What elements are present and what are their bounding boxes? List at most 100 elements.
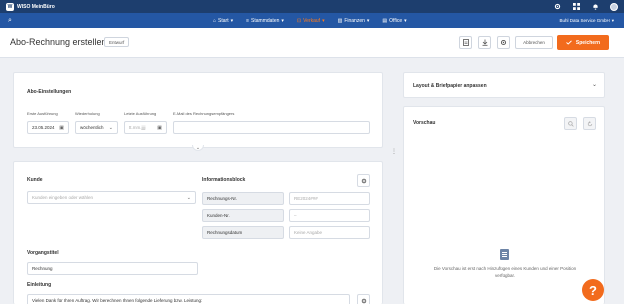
nav-item-start[interactable]: ⌂ Start ▾ <box>213 18 233 24</box>
save-label: Speichern <box>575 39 601 46</box>
calendar-icon: ▣ <box>157 124 162 131</box>
last-execution-label: Letzte Ausführung <box>124 111 157 116</box>
layout-panel[interactable]: Layout & Briefpapier anpassen ⌄ <box>403 72 605 98</box>
last-execution-value: tt.mm.jjjj <box>129 125 146 130</box>
email-field[interactable] <box>173 121 370 134</box>
chevron-down-icon: ⌄ <box>186 194 191 201</box>
avatar[interactable] <box>610 2 618 11</box>
zoom-icon <box>567 120 574 127</box>
bell-icon[interactable] <box>591 3 599 11</box>
chevron-down-icon: ▾ <box>322 17 325 24</box>
section-title: Layout & Briefpapier anpassen <box>413 83 487 89</box>
last-execution-field[interactable]: tt.mm.jjjj ▣ <box>124 121 167 134</box>
settings-icon <box>361 298 366 303</box>
grid-icon[interactable] <box>572 3 580 11</box>
cart-icon: ⊡ <box>296 17 302 24</box>
title-field[interactable]: Rechnung <box>27 262 198 275</box>
settings-icon <box>500 39 507 46</box>
zoom-button[interactable] <box>564 117 577 130</box>
intro-settings-button[interactable] <box>357 294 370 304</box>
panel-resize-handle[interactable]: ⋮ <box>391 146 397 156</box>
title-bar: W WISO MeinBüro <box>0 0 624 13</box>
status-badge: Entwurf <box>104 37 130 47</box>
section-title: Informationsblock <box>202 177 246 183</box>
nav-item-stammdaten[interactable]: ≡ Stammdaten ▾ <box>246 18 284 24</box>
company-selector[interactable]: Buhl Data Service GmbH ▾ <box>559 13 614 28</box>
abo-settings-card: Abo-Einstellungen Erste Ausführung 23.05… <box>13 72 383 148</box>
chevron-down-icon: ⌄ <box>108 124 113 131</box>
settings-icon <box>361 178 366 183</box>
home-icon: ⌂ <box>213 17 217 24</box>
bank-icon: ▥ <box>337 17 343 24</box>
section-title: Vorgangstitel <box>27 250 59 256</box>
customer-placeholder: Kunden eingeben oder wählen <box>32 195 94 200</box>
intro-value: Vielen Dank für Ihren Auftrag. Wir berec… <box>32 298 203 303</box>
save-button[interactable]: Speichern <box>557 35 609 50</box>
repeat-value: wöchentlich <box>80 125 104 130</box>
document-icon <box>500 249 509 260</box>
customer-number-field[interactable]: – <box>289 209 370 222</box>
nav-item-verkauf[interactable]: ⊡ Verkauf ▾ <box>297 18 325 24</box>
document-button[interactable] <box>459 36 472 49</box>
email-label: E-Mail des Rechnungsempfängers <box>173 111 235 116</box>
info-settings-button[interactable] <box>357 174 370 187</box>
section-title: Abo-Einstellungen <box>27 89 72 95</box>
calendar-icon: ▣ <box>59 124 64 131</box>
nav-item-label: Finanzen <box>344 17 365 24</box>
title-value: Rechnung <box>32 266 53 271</box>
help-button[interactable]: ? <box>582 279 604 301</box>
nav-item-label: Start <box>218 17 229 24</box>
first-execution-label: Erste Ausführung <box>27 111 58 116</box>
collapse-toggle[interactable]: ⌄ <box>192 145 204 151</box>
info-label-cell: Rechnungsdatum <box>202 226 284 239</box>
chevron-down-icon: ▾ <box>404 17 407 24</box>
info-label-cell: Rechnungs-Nr. <box>202 192 284 205</box>
database-icon: ≡ <box>246 17 250 24</box>
repeat-label: Wiederholung <box>75 111 100 116</box>
first-execution-value: 23.05.2024 <box>32 125 55 130</box>
app-title: WISO MeinBüro <box>17 3 55 10</box>
customer-select[interactable]: Kunden eingeben oder wählen ⌄ <box>27 191 196 204</box>
repeat-select[interactable]: wöchentlich ⌄ <box>75 121 118 134</box>
gear-icon[interactable] <box>553 3 561 11</box>
section-title: Vorschau <box>413 120 436 126</box>
invoice-date-field[interactable]: Keine Angabe <box>289 226 370 239</box>
chevron-down-icon: ▾ <box>366 17 370 24</box>
refresh-icon <box>587 120 592 126</box>
nav-item-label: Office <box>389 17 403 24</box>
settings-button[interactable] <box>497 36 510 49</box>
section-title: Einleitung <box>27 282 52 288</box>
office-icon: ▤ <box>382 17 388 24</box>
chevron-down-icon: ⌄ <box>195 144 201 151</box>
chevron-down-icon: ▾ <box>281 17 284 24</box>
section-title: Kunde <box>27 177 43 183</box>
check-icon <box>566 40 572 45</box>
nav-item-label: Verkauf <box>303 17 321 24</box>
customer-card: Kunde Kunden eingeben oder wählen ⌄ Info… <box>13 161 383 304</box>
invoice-number-field[interactable]: RE2024### <box>289 192 370 205</box>
customer-number-value: – <box>294 213 297 218</box>
nav-item-label: Stammdaten <box>251 17 280 24</box>
intro-field[interactable]: Vielen Dank für Ihren Auftrag. Wir berec… <box>27 294 350 304</box>
page-header: Abo-Rechnung erstellen Entwurf Abbrechen… <box>0 28 624 58</box>
company-name: Buhl Data Service GmbH <box>559 18 610 23</box>
page-title: Abo-Rechnung erstellen <box>10 37 107 47</box>
download-icon <box>482 39 487 46</box>
main-nav: ⌕ ⌂ Start ▾ ≡ Stammdaten ▾ ⊡ Verkauf ▾ ▥… <box>0 13 624 28</box>
invoice-date-value: Keine Angabe <box>294 230 323 235</box>
chevron-down-icon: ▾ <box>611 17 614 23</box>
nav-item-office[interactable]: ▤ Office ▾ <box>382 18 406 24</box>
document-icon <box>462 39 469 46</box>
search-icon[interactable]: ⌕ <box>8 17 12 25</box>
first-execution-field[interactable]: 23.05.2024 ▣ <box>27 121 69 134</box>
cancel-button[interactable]: Abbrechen <box>515 36 553 49</box>
info-label-cell: Kunden-Nr. <box>202 209 284 222</box>
invoice-number-value: RE2024### <box>294 196 318 201</box>
preview-empty-text: Die Vorschau ist erst nach Hinzufügen ei… <box>433 266 577 278</box>
download-button[interactable] <box>478 36 491 49</box>
nav-item-finanzen[interactable]: ▥ Finanzen ▾ <box>338 18 370 24</box>
chevron-down-icon: ⌄ <box>592 82 598 88</box>
refresh-button[interactable] <box>583 117 596 130</box>
app-logo: W <box>6 2 14 11</box>
chevron-down-icon: ▾ <box>230 17 234 24</box>
